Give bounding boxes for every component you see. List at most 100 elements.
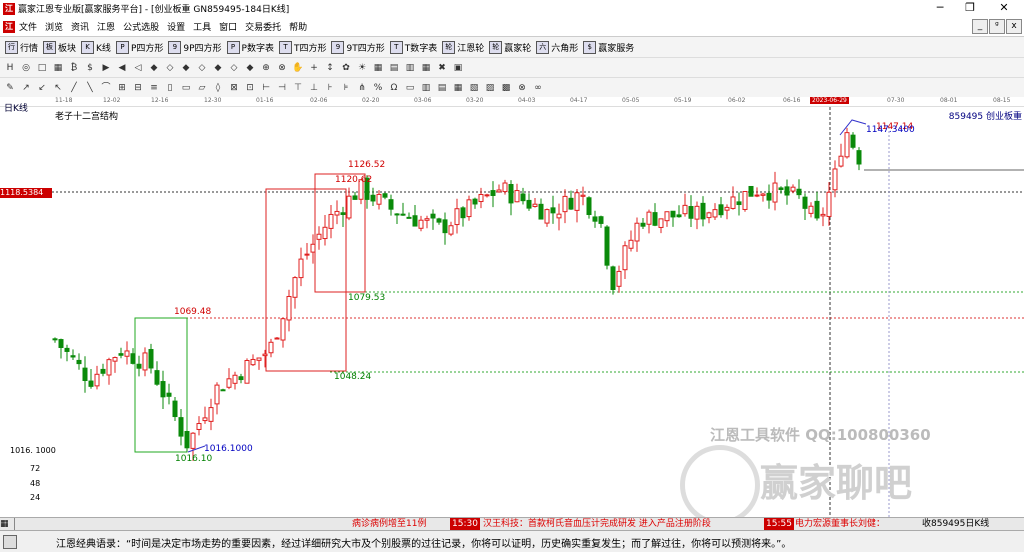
line-tool-6-icon[interactable]: ⌒ <box>100 82 112 94</box>
line-tool-10-icon[interactable]: ▯ <box>164 82 176 94</box>
mdi-close-icon[interactable]: x <box>1006 19 1022 34</box>
line-tool-27-icon[interactable]: ▤ <box>436 82 448 94</box>
line-tool-16-icon[interactable]: ⊢ <box>260 82 272 94</box>
menu-trade[interactable]: 交易委托 <box>245 20 281 33</box>
draw-tool-13-icon[interactable]: ◆ <box>212 62 224 74</box>
draw-tool-18-icon[interactable]: ✋ <box>292 62 304 74</box>
toolbar-9t-square-button[interactable]: 9 9T四方形 <box>331 40 385 54</box>
toolbar-kline-button[interactable]: K K线 <box>81 40 111 54</box>
line-tool-30-icon[interactable]: ▨ <box>484 82 496 94</box>
draw-tool-14-icon[interactable]: ◇ <box>228 62 240 74</box>
toolbar-gann-wheel-button[interactable]: 轮江恩轮 <box>442 40 484 54</box>
menu-news[interactable]: 资讯 <box>71 20 89 33</box>
menu-help[interactable]: 帮助 <box>289 20 307 33</box>
toolbar-service-button[interactable]: $ 赢家服务 <box>583 40 634 54</box>
line-tool-5-icon[interactable]: ╲ <box>84 82 96 94</box>
maximize-icon[interactable]: ❐ <box>956 0 984 17</box>
close-icon[interactable]: ✕ <box>990 0 1018 17</box>
line-tool-2-icon[interactable]: ↙ <box>36 82 48 94</box>
line-tool-8-icon[interactable]: ⊟ <box>132 82 144 94</box>
menu-file[interactable]: 文件 <box>19 20 37 33</box>
draw-tool-26-icon[interactable]: ▦ <box>420 62 432 74</box>
line-tool-20-icon[interactable]: ⊦ <box>324 82 336 94</box>
line-tool-9-icon[interactable]: ≡ <box>148 82 160 94</box>
menu-formula[interactable]: 公式选股 <box>123 20 159 33</box>
draw-tool-16-icon[interactable]: ⊕ <box>260 62 272 74</box>
draw-tool-19-icon[interactable]: + <box>308 62 320 74</box>
draw-tool-23-icon[interactable]: ▦ <box>372 62 384 74</box>
line-tool-4-icon[interactable]: ╱ <box>68 82 80 94</box>
draw-tool-17-icon[interactable]: ⊗ <box>276 62 288 74</box>
line-tool-1-icon[interactable]: ↗ <box>20 82 32 94</box>
menu-window[interactable]: 窗口 <box>219 20 237 33</box>
line-tool-13-icon[interactable]: ◊ <box>212 82 224 94</box>
line-tool-12-icon[interactable]: ▱ <box>196 82 208 94</box>
line-tool-3-icon[interactable]: ↖ <box>52 82 64 94</box>
toolbar-winner-wheel-button[interactable]: 轮赢家轮 <box>489 40 531 54</box>
draw-tool-20-icon[interactable]: ↕ <box>324 62 336 74</box>
line-tool-28-icon[interactable]: ▦ <box>452 82 464 94</box>
candle-body <box>388 199 394 210</box>
mdi-minimize-icon[interactable]: _ <box>972 19 988 34</box>
toolbar-quotes-button[interactable]: 行行情 <box>5 40 38 54</box>
draw-tool-4-icon[interactable]: ₿ <box>68 62 80 74</box>
line-tool-18-icon[interactable]: ⊤ <box>292 82 304 94</box>
candle-body <box>244 360 250 384</box>
line-tool-24-icon[interactable]: Ω <box>388 82 400 94</box>
toolbar-t-table-button[interactable]: T T数字表 <box>389 40 437 54</box>
draw-tool-25-icon[interactable]: ▥ <box>404 62 416 74</box>
candle-body <box>430 213 436 219</box>
toolbar-hexagon-button[interactable]: 六六角形 <box>536 40 578 54</box>
toolbar-sector-button[interactable]: 板板块 <box>43 40 76 54</box>
line-tool-29-icon[interactable]: ▧ <box>468 82 480 94</box>
draw-tool-9-icon[interactable]: ◆ <box>148 62 160 74</box>
candle-body <box>100 368 106 374</box>
line-tool-15-icon[interactable]: ⊡ <box>244 82 256 94</box>
toolbar-p-square-button[interactable]: P P四方形 <box>115 40 163 54</box>
menu-settings[interactable]: 设置 <box>167 20 185 33</box>
line-tool-14-icon[interactable]: ⊠ <box>228 82 240 94</box>
line-tool-19-icon[interactable]: ⊥ <box>308 82 320 94</box>
menu-gann[interactable]: 江恩 <box>97 20 115 33</box>
line-tool-26-icon[interactable]: ▥ <box>420 82 432 94</box>
line-tool-22-icon[interactable]: ⋔ <box>356 82 368 94</box>
toolbar-p-table-button[interactable]: P P数字表 <box>226 40 274 54</box>
line-tool-32-icon[interactable]: ⊗ <box>516 82 528 94</box>
draw-tool-6-icon[interactable]: ▶ <box>100 62 112 74</box>
line-tool-21-icon[interactable]: ⊧ <box>340 82 352 94</box>
draw-tool-21-icon[interactable]: ✿ <box>340 62 352 74</box>
draw-tool-0-icon[interactable]: H <box>4 62 16 74</box>
toolbar-t-square-button[interactable]: T T四方形 <box>278 40 326 54</box>
draw-tool-27-icon[interactable]: ✖ <box>436 62 448 74</box>
date-tick: 02-20 <box>362 97 380 104</box>
quote-icon <box>3 535 17 549</box>
draw-tool-8-icon[interactable]: ◁ <box>132 62 144 74</box>
draw-tool-12-icon[interactable]: ◇ <box>196 62 208 74</box>
draw-tool-2-icon[interactable]: □ <box>36 62 48 74</box>
mdi-restore-icon[interactable]: ᵍ <box>989 19 1005 34</box>
draw-tool-28-icon[interactable]: ▣ <box>452 62 464 74</box>
line-tool-7-icon[interactable]: ⊞ <box>116 82 128 94</box>
draw-tool-7-icon[interactable]: ◀ <box>116 62 128 74</box>
line-tool-0-icon[interactable]: ✎ <box>4 82 16 94</box>
candle-body <box>376 193 382 205</box>
draw-tool-24-icon[interactable]: ▤ <box>388 62 400 74</box>
line-tool-17-icon[interactable]: ⊣ <box>276 82 288 94</box>
menu-browse[interactable]: 浏览 <box>45 20 63 33</box>
menu-tools[interactable]: 工具 <box>193 20 211 33</box>
line-tool-11-icon[interactable]: ▭ <box>180 82 192 94</box>
draw-tool-5-icon[interactable]: $ <box>84 62 96 74</box>
draw-tool-22-icon[interactable]: ☀ <box>356 62 368 74</box>
candle-body <box>190 432 196 449</box>
line-tool-33-icon[interactable]: ∞ <box>532 82 544 94</box>
draw-tool-10-icon[interactable]: ◇ <box>164 62 176 74</box>
line-tool-31-icon[interactable]: ▩ <box>500 82 512 94</box>
draw-tool-11-icon[interactable]: ◆ <box>180 62 192 74</box>
toolbar-9p-square-button[interactable]: 9 9P四方形 <box>168 40 222 54</box>
line-tool-25-icon[interactable]: ▭ <box>404 82 416 94</box>
line-tool-23-icon[interactable]: % <box>372 82 384 94</box>
draw-tool-15-icon[interactable]: ◆ <box>244 62 256 74</box>
minimize-icon[interactable]: ─ <box>926 0 954 17</box>
draw-tool-3-icon[interactable]: ▦ <box>52 62 64 74</box>
draw-tool-1-icon[interactable]: ◎ <box>20 62 32 74</box>
